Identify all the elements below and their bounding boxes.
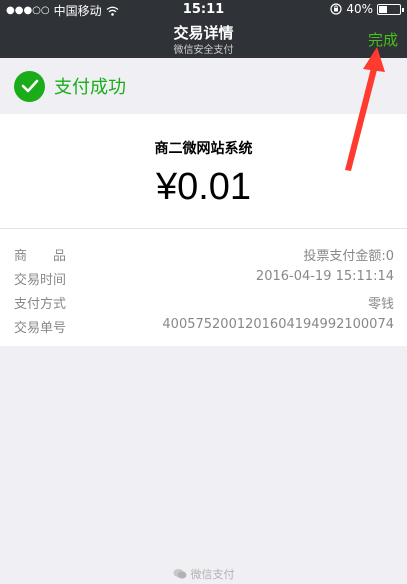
page-subtitle: 微信安全支付 — [173, 45, 234, 56]
detail-label: 支付方式 — [14, 297, 67, 312]
footer: 微信支付 — [0, 566, 407, 582]
battery-percent: 40% — [346, 2, 373, 16]
footer-label: 微信支付 — [190, 568, 235, 581]
detail-value: 零钱 — [367, 297, 394, 312]
payment-amount: ¥0.01 — [155, 166, 252, 208]
merchant-name: 商二微网站系统 — [154, 141, 253, 157]
transaction-details: 商 品 投票支付金额:0 交易时间 2016-04-19 15:11:14 支付… — [0, 228, 407, 346]
check-circle-icon — [14, 70, 45, 102]
detail-row-product: 商 品 投票支付金额:0 — [0, 241, 407, 265]
detail-row-time: 交易时间 2016-04-19 15:11:14 — [0, 265, 407, 289]
wechat-pay-icon — [173, 569, 186, 579]
detail-label: 商 品 — [14, 249, 67, 264]
detail-label: 交易单号 — [14, 321, 67, 336]
page-title: 交易详情 — [173, 24, 234, 42]
check-mark-icon — [21, 79, 38, 93]
top-bar: ●●●○○ 中国移动 15:11 40% 交易详情 微信安全支付 完成 — [0, 0, 407, 58]
status-bar: ●●●○○ 中国移动 15:11 40% — [0, 0, 407, 20]
battery-icon — [377, 3, 404, 15]
detail-value: 4005752001201604194992100074 — [162, 317, 394, 332]
detail-value: 投票支付金额:0 — [303, 249, 394, 264]
done-button[interactable]: 完成 — [368, 29, 398, 50]
success-message: 支付成功 — [54, 77, 126, 98]
detail-row-order-id: 交易单号 4005752001201604194992100074 — [0, 313, 407, 337]
lock-rotation-icon — [330, 3, 342, 15]
detail-value: 2016-04-19 15:11:14 — [255, 269, 394, 284]
battery-level — [379, 5, 387, 13]
detail-row-method: 支付方式 零钱 — [0, 289, 407, 313]
detail-label: 交易时间 — [14, 273, 67, 288]
amount-card: 商二微网站系统 ¥0.01 — [0, 114, 407, 228]
status-right: 40% — [330, 2, 404, 16]
payment-success-banner: 支付成功 — [0, 58, 407, 114]
